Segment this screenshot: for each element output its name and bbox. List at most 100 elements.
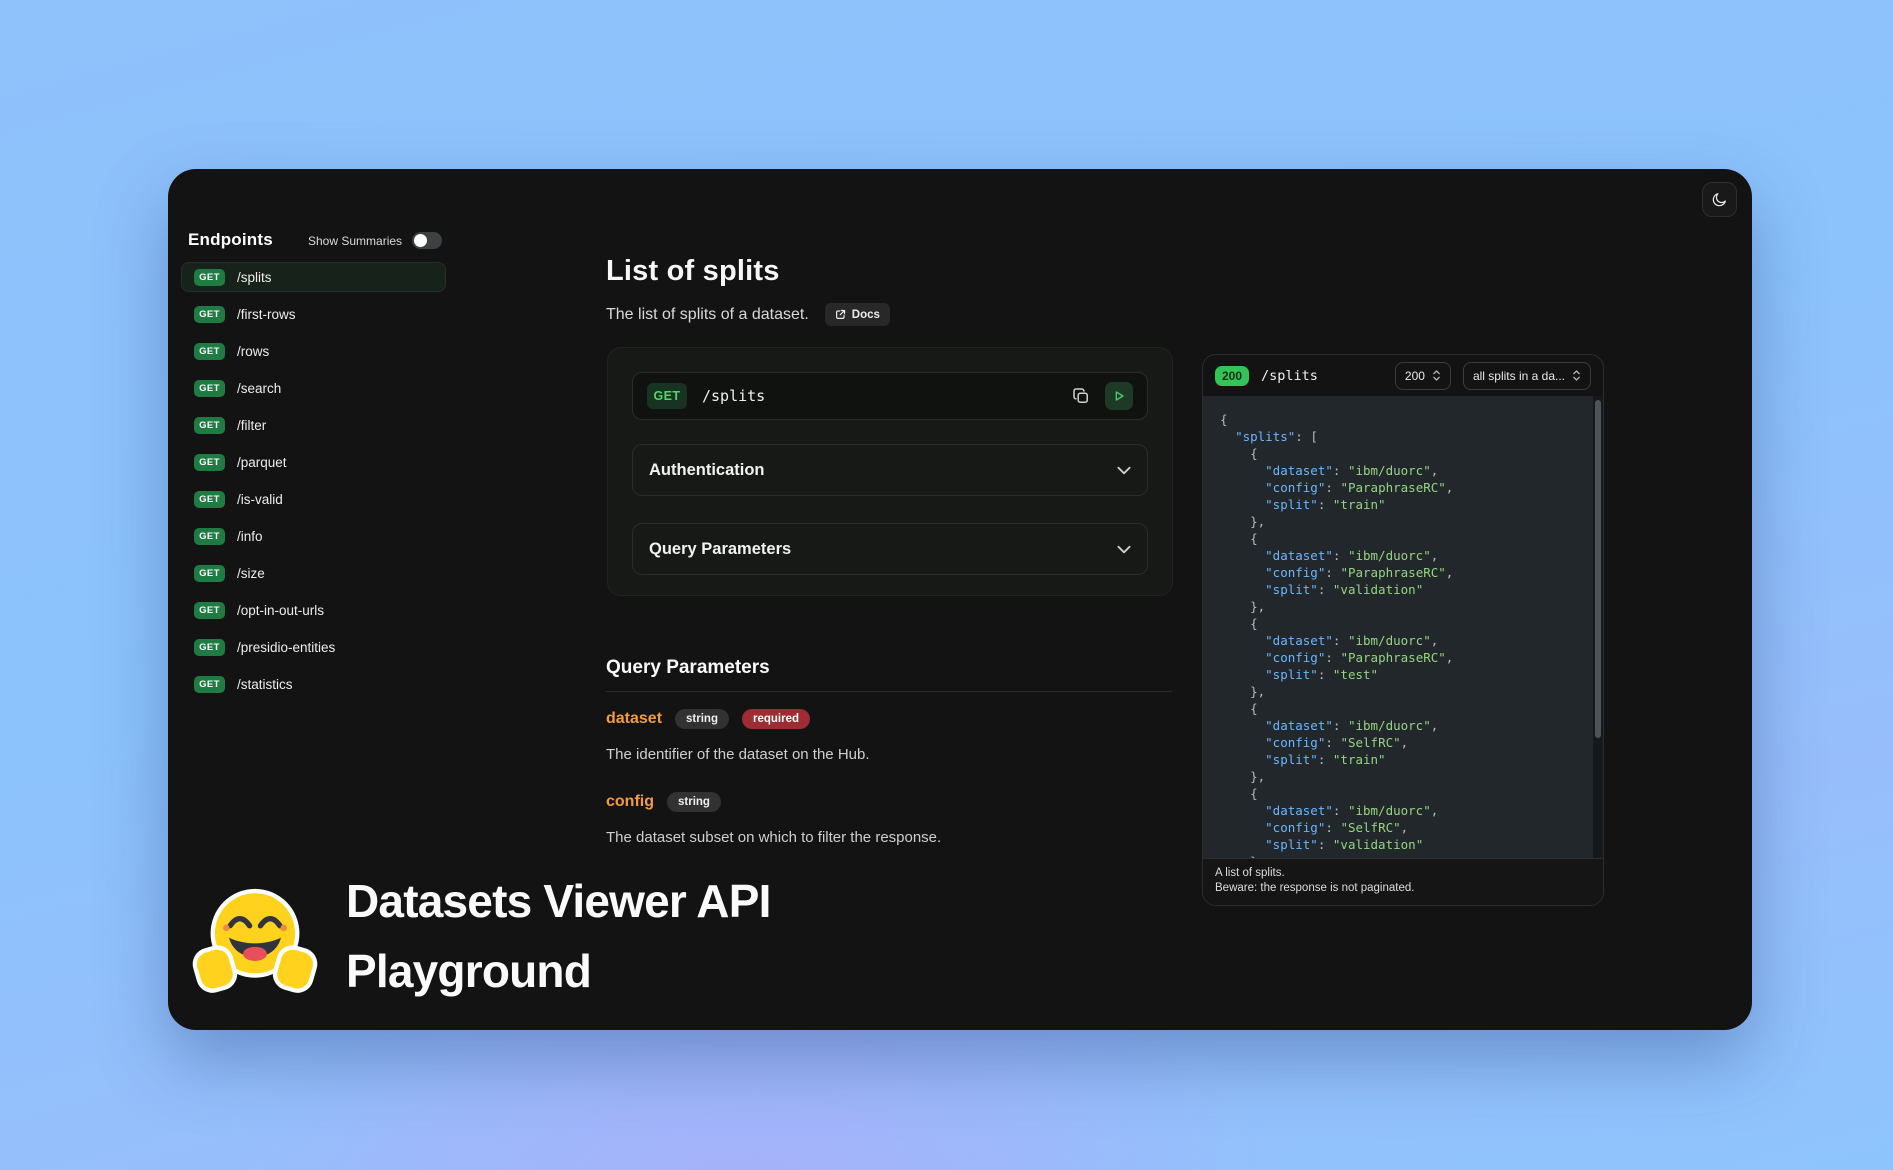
- request-bar: GET /splits: [632, 372, 1148, 420]
- endpoint-path: /is-valid: [237, 492, 283, 507]
- code-line: },: [1220, 768, 1581, 785]
- code-line: "dataset": "ibm/duorc",: [1220, 802, 1581, 819]
- response-scrollbar[interactable]: [1593, 396, 1603, 858]
- chevron-down-icon: [1117, 466, 1131, 475]
- code-line: "split": "train": [1220, 496, 1581, 513]
- status-badge: 200: [1215, 366, 1249, 386]
- sidebar-item-is-valid[interactable]: GET /is-valid: [181, 484, 446, 514]
- method-badge: GET: [194, 676, 225, 693]
- endpoint-path: /statistics: [237, 677, 293, 692]
- param-name: config: [606, 793, 654, 811]
- param-description: The dataset subset on which to filter th…: [606, 829, 941, 846]
- code-line: "split": "validation": [1220, 581, 1581, 598]
- code-line: },: [1220, 513, 1581, 530]
- endpoint-path: /search: [237, 381, 281, 396]
- endpoint-path: /parquet: [237, 455, 287, 470]
- method-badge: GET: [194, 602, 225, 619]
- endpoint-path: /size: [237, 566, 265, 581]
- code-line: {: [1220, 445, 1581, 462]
- param-type-badge: string: [675, 709, 729, 729]
- param-type-badge: string: [667, 792, 721, 812]
- code-line: "split": "test": [1220, 666, 1581, 683]
- code-line: {: [1220, 411, 1581, 428]
- external-link-icon: [835, 309, 846, 320]
- sidebar-item-info[interactable]: GET /info: [181, 521, 446, 551]
- play-icon: [1111, 388, 1127, 404]
- docs-button[interactable]: Docs: [825, 303, 890, 326]
- run-button[interactable]: [1105, 382, 1133, 410]
- method-badge: GET: [194, 269, 225, 286]
- sidebar-item-rows[interactable]: GET /rows: [181, 336, 446, 366]
- sidebar-title: Endpoints: [188, 230, 273, 250]
- method-badge: GET: [194, 417, 225, 434]
- brand-title: Datasets Viewer API Playground: [346, 866, 876, 1006]
- section-divider: [606, 691, 1172, 692]
- sidebar-item-parquet[interactable]: GET /parquet: [181, 447, 446, 477]
- code-line: "config": "SelfRC",: [1220, 819, 1581, 836]
- sidebar-item-opt-in-out-urls[interactable]: GET /opt-in-out-urls: [181, 595, 446, 625]
- copy-button[interactable]: [1070, 385, 1092, 407]
- request-method-badge: GET: [647, 383, 687, 409]
- scrollbar-thumb[interactable]: [1595, 400, 1601, 738]
- method-badge: GET: [194, 639, 225, 656]
- code-line: "split": "validation": [1220, 836, 1581, 853]
- sidebar-item-size[interactable]: GET /size: [181, 558, 446, 588]
- param-name: dataset: [606, 710, 662, 728]
- param-row-config: config string: [606, 792, 721, 812]
- response-code: { "splits": [ { "dataset": "ibm/duorc", …: [1203, 396, 1603, 858]
- sidebar-item-first-rows[interactable]: GET /first-rows: [181, 299, 446, 329]
- code-line: {: [1220, 700, 1581, 717]
- code-line: "config": "ParaphraseRC",: [1220, 564, 1581, 581]
- response-path: /splits: [1261, 368, 1318, 384]
- endpoint-list: GET /splits GET /first-rows GET /rows GE…: [181, 262, 446, 699]
- method-badge: GET: [194, 306, 225, 323]
- code-line: {: [1220, 785, 1581, 802]
- page-description: The list of splits of a dataset.: [606, 306, 809, 324]
- app-card: Endpoints Show Summaries GET /splits GET…: [168, 169, 1752, 1030]
- code-line: },: [1220, 683, 1581, 700]
- code-line: },: [1220, 598, 1581, 615]
- sidebar-item-filter[interactable]: GET /filter: [181, 410, 446, 440]
- example-select[interactable]: all splits in a da...: [1463, 362, 1591, 390]
- request-path: /splits: [702, 387, 765, 405]
- chevron-down-icon: [1117, 545, 1131, 554]
- footer-line: A list of splits.: [1215, 866, 1591, 881]
- footer-line: Beware: the response is not paginated.: [1215, 881, 1591, 896]
- code-line: "dataset": "ibm/duorc",: [1220, 547, 1581, 564]
- status-select[interactable]: 200: [1395, 362, 1451, 390]
- endpoint-path: /first-rows: [237, 307, 296, 322]
- sidebar-item-statistics[interactable]: GET /statistics: [181, 669, 446, 699]
- code-line: },: [1220, 853, 1581, 858]
- param-required-badge: required: [742, 709, 810, 729]
- theme-toggle-button[interactable]: [1702, 182, 1737, 217]
- accordion-label: Authentication: [649, 461, 765, 480]
- method-badge: GET: [194, 528, 225, 545]
- accordion-authentication[interactable]: Authentication: [632, 444, 1148, 496]
- method-badge: GET: [194, 565, 225, 582]
- sidebar-item-presidio-entities[interactable]: GET /presidio-entities: [181, 632, 446, 662]
- response-panel: 200 /splits 200 all splits in a da...: [1202, 354, 1604, 906]
- code-line: "splits": [: [1220, 428, 1581, 445]
- show-summaries-row: Show Summaries: [308, 232, 442, 249]
- accordion-label: Query Parameters: [649, 540, 791, 559]
- chevron-up-down-icon: [1572, 369, 1581, 382]
- endpoint-path: /opt-in-out-urls: [237, 603, 324, 618]
- method-badge: GET: [194, 380, 225, 397]
- response-header: 200 /splits 200 all splits in a da...: [1203, 355, 1603, 396]
- show-summaries-toggle[interactable]: [412, 232, 442, 249]
- param-row-dataset: dataset string required: [606, 709, 810, 729]
- code-line: {: [1220, 615, 1581, 632]
- code-line: "dataset": "ibm/duorc",: [1220, 717, 1581, 734]
- code-line: "dataset": "ibm/duorc",: [1220, 632, 1581, 649]
- endpoint-path: /info: [237, 529, 263, 544]
- copy-icon: [1071, 386, 1091, 406]
- code-line: "config": "ParaphraseRC",: [1220, 479, 1581, 496]
- response-footer: A list of splits. Beware: the response i…: [1203, 858, 1603, 905]
- method-badge: GET: [194, 454, 225, 471]
- sidebar-item-splits[interactable]: GET /splits: [181, 262, 446, 292]
- code-line: "dataset": "ibm/duorc",: [1220, 462, 1581, 479]
- method-badge: GET: [194, 491, 225, 508]
- accordion-query-parameters[interactable]: Query Parameters: [632, 523, 1148, 575]
- query-parameters-heading: Query Parameters: [606, 657, 770, 679]
- sidebar-item-search[interactable]: GET /search: [181, 373, 446, 403]
